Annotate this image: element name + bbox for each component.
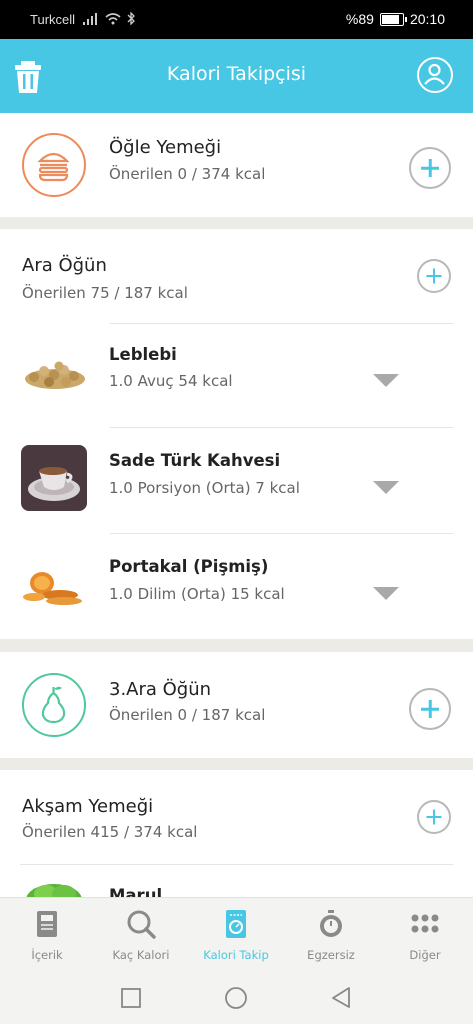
nav-egzersiz[interactable]: Egzersiz xyxy=(284,898,378,976)
food-name: Portakal (Pişmiş) xyxy=(109,557,269,576)
food-image-coffee xyxy=(21,445,87,511)
meal-card-ara: Ara Öğün Önerilen 75 / 187 kcal Leblebi … xyxy=(0,229,473,639)
pear-icon xyxy=(22,673,86,737)
food-detail: 1.0 Dilim (Orta) 15 kcal xyxy=(109,585,285,603)
food-name: Leblebi xyxy=(109,345,177,364)
food-image-orange xyxy=(20,563,86,607)
add-food-button[interactable] xyxy=(417,259,451,293)
carrier-label: Turkcell xyxy=(30,12,76,27)
clock: 20:10 xyxy=(409,11,445,27)
nav-label: Kalori Takip xyxy=(203,948,269,962)
nav-label: Kaç Kalori xyxy=(112,948,170,962)
meal-card-ogle: Öğle Yemeği Önerilen 0 / 374 kcal xyxy=(0,113,473,217)
meal-card-ara3: 3.Ara Öğün Önerilen 0 / 187 kcal xyxy=(0,652,473,758)
expand-caret-icon[interactable] xyxy=(373,587,399,600)
burger-icon xyxy=(22,133,86,197)
nav-label: İçerik xyxy=(31,948,63,962)
battery-percent: %89 xyxy=(345,11,374,27)
page-title: Kalori Takipçisi xyxy=(166,63,307,85)
meal-title: Ara Öğün xyxy=(22,255,107,276)
food-image-leblebi xyxy=(22,357,88,393)
food-name: Sade Türk Kahvesi xyxy=(109,451,281,470)
meal-title: 3.Ara Öğün xyxy=(109,679,212,700)
meal-title: Akşam Yemeği xyxy=(22,796,154,817)
stopwatch-icon xyxy=(320,910,342,937)
meal-recommended: Önerilen 415 / 374 kcal xyxy=(22,823,198,841)
expand-caret-icon[interactable] xyxy=(373,481,399,494)
meal-recommended: Önerilen 0 / 187 kcal xyxy=(109,706,266,724)
app-header: Kalori Takipçisi xyxy=(0,39,473,113)
bottom-nav: İçerik Kaç Kalori Kalori Takip Egzersiz xyxy=(0,897,473,976)
food-image-lettuce xyxy=(24,880,84,897)
food-detail: 1.0 Porsiyon (Orta) 7 kcal xyxy=(109,479,300,497)
scale-icon xyxy=(226,910,246,938)
nav-kac-kalori[interactable]: Kaç Kalori xyxy=(94,898,188,976)
bluetooth-icon xyxy=(127,12,135,25)
divider xyxy=(110,533,453,534)
nav-diger[interactable]: Diğer xyxy=(378,898,472,976)
food-name: Marul xyxy=(109,886,163,897)
meal-title: Öğle Yemeği xyxy=(109,137,222,158)
divider xyxy=(20,864,453,865)
recents-button-icon[interactable] xyxy=(121,988,141,1008)
nav-kalori-takip[interactable]: Kalori Takip xyxy=(189,898,283,976)
nav-label: Diğer xyxy=(409,948,441,962)
home-button-icon[interactable] xyxy=(225,987,247,1009)
add-food-button[interactable] xyxy=(417,800,451,834)
add-food-button[interactable] xyxy=(409,688,451,730)
signal-icons xyxy=(83,12,135,25)
nav-label: Egzersiz xyxy=(307,948,355,962)
meal-recommended: Önerilen 75 / 187 kcal xyxy=(22,284,188,302)
battery-icon xyxy=(379,12,407,26)
expand-caret-icon[interactable] xyxy=(373,374,399,387)
add-food-button[interactable] xyxy=(409,147,451,189)
search-icon xyxy=(127,910,156,939)
more-dots-icon xyxy=(411,914,439,933)
food-detail: 1.0 Avuç 54 kcal xyxy=(109,372,233,390)
divider xyxy=(110,427,453,428)
meal-card-aksam: Akşam Yemeği Önerilen 415 / 374 kcal Mar… xyxy=(0,770,473,897)
system-nav-bar xyxy=(0,975,473,1024)
status-bar: Turkcell %89 20:10 xyxy=(0,0,473,39)
nav-icerik[interactable]: İçerik xyxy=(0,898,94,976)
profile-icon[interactable] xyxy=(417,57,453,93)
divider xyxy=(110,323,453,324)
back-button-icon[interactable] xyxy=(332,987,350,1008)
wifi-icon xyxy=(105,12,121,24)
book-icon xyxy=(37,911,57,937)
meal-recommended: Önerilen 0 / 374 kcal xyxy=(109,165,266,183)
signal-icon xyxy=(83,12,97,25)
